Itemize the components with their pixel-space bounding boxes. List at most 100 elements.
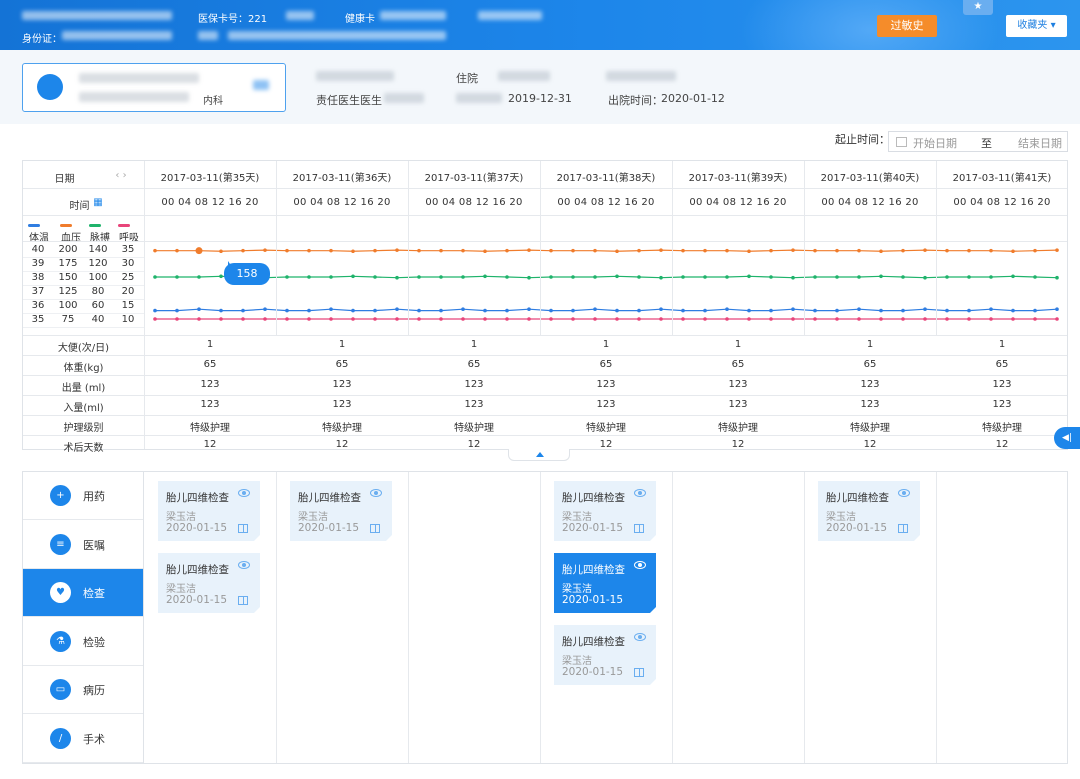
series-point[interactable] [197,275,201,279]
series-point[interactable] [483,308,487,313]
series-point[interactable] [813,317,817,321]
nav-item-heart-check[interactable]: ♥ 检查 [23,569,143,617]
series-point[interactable] [857,317,861,321]
series-point[interactable] [175,248,179,253]
start-date-input[interactable]: 开始日期 [913,135,957,151]
series-point[interactable] [197,307,201,311]
series-point[interactable] [571,317,575,321]
series-point[interactable] [615,317,619,321]
series-point[interactable] [197,317,201,321]
series-point[interactable] [945,275,949,279]
series-point[interactable] [1055,248,1059,252]
series-point[interactable] [285,317,289,321]
series-point[interactable] [923,307,927,311]
series-point[interactable] [659,317,663,321]
series-point[interactable] [835,308,839,313]
series-point[interactable] [307,308,311,313]
series-point[interactable] [989,275,993,279]
series-point[interactable] [549,308,553,313]
series-point[interactable] [527,275,531,280]
eye-icon[interactable] [238,561,250,569]
series-point[interactable] [879,249,883,254]
calendar-time-icon[interactable]: ▦ [91,197,105,208]
series-point[interactable] [857,307,861,311]
series-point[interactable] [703,248,707,253]
series-point[interactable] [505,317,509,321]
nav-item-scalpel[interactable]: / 手术 [23,715,143,763]
series-point[interactable] [637,248,641,253]
side-drawer-toggle[interactable]: ◀| [1054,427,1080,449]
series-point[interactable] [593,275,597,279]
allergy-history-button[interactable]: 过敏史 [877,15,937,37]
exam-card[interactable]: 胎儿四维检查 梁玉洁 2020-01-15 [158,481,260,541]
series-point[interactable] [439,308,443,313]
series-point[interactable] [285,308,289,313]
series-point[interactable] [153,308,157,313]
series-point[interactable] [1011,274,1015,279]
series-point[interactable] [373,248,377,253]
star-icon[interactable]: ★ [963,0,993,15]
book-icon[interactable] [238,596,248,605]
series-point[interactable] [219,317,223,321]
series-point[interactable] [637,275,641,279]
eye-icon[interactable] [238,489,250,497]
series-point[interactable] [857,248,861,253]
series-point[interactable] [615,249,619,254]
series-point[interactable] [923,275,927,280]
series-point[interactable] [461,307,465,311]
series-point[interactable] [747,317,751,321]
series-point[interactable] [967,317,971,321]
series-point[interactable] [747,274,751,279]
book-icon[interactable] [238,524,248,533]
series-point[interactable] [1055,307,1059,311]
series-point[interactable] [703,275,707,279]
book-icon[interactable] [634,668,644,677]
series-point[interactable] [461,248,465,253]
end-date-input[interactable]: 结束日期 [1018,135,1062,151]
series-point[interactable] [791,307,795,311]
series-point[interactable] [439,317,443,321]
series-point[interactable] [945,308,949,313]
series-point[interactable] [747,308,751,313]
series-point[interactable] [373,317,377,321]
series-point[interactable] [659,275,663,280]
series-point[interactable] [967,275,971,279]
series-point[interactable] [813,275,817,279]
series-point[interactable] [417,308,421,313]
series-point[interactable] [615,274,619,279]
series-point[interactable] [417,317,421,321]
series-point[interactable] [945,248,949,253]
series-point[interactable] [329,307,333,311]
series-point[interactable] [1033,308,1037,313]
series-point[interactable] [263,248,267,252]
series-point[interactable] [747,249,751,254]
series-point[interactable] [769,248,773,253]
collapse-toggle[interactable] [508,449,570,461]
series-point[interactable] [527,248,531,252]
series-point[interactable] [505,248,509,253]
series-point[interactable] [505,308,509,313]
series-point[interactable] [395,307,399,311]
series-point[interactable] [263,317,267,321]
series-point[interactable] [153,275,157,279]
series-point[interactable] [153,317,157,321]
series-point[interactable] [175,275,179,279]
series-point[interactable] [901,275,905,279]
series-point[interactable] [285,275,289,279]
series-point[interactable] [703,317,707,321]
date-range-picker[interactable]: 开始日期 至 结束日期 [888,131,1068,152]
exam-card[interactable]: 胎儿四维检查 梁玉洁 2020-01-15 [554,481,656,541]
series-point[interactable] [637,317,641,321]
exam-card[interactable]: 胎儿四维检查 梁玉洁 2020-01-15 [554,553,656,613]
series-point[interactable] [417,275,421,279]
book-icon[interactable] [898,524,908,533]
series-point[interactable] [373,308,377,313]
series-point[interactable] [571,308,575,313]
series-point[interactable] [461,317,465,321]
series-point[interactable] [483,274,487,279]
series-point[interactable] [813,308,817,313]
series-point[interactable] [329,248,333,253]
series-point[interactable] [681,317,685,321]
nav-item-folder[interactable]: ▭ 病历 [23,666,143,714]
series-point[interactable] [153,248,157,253]
